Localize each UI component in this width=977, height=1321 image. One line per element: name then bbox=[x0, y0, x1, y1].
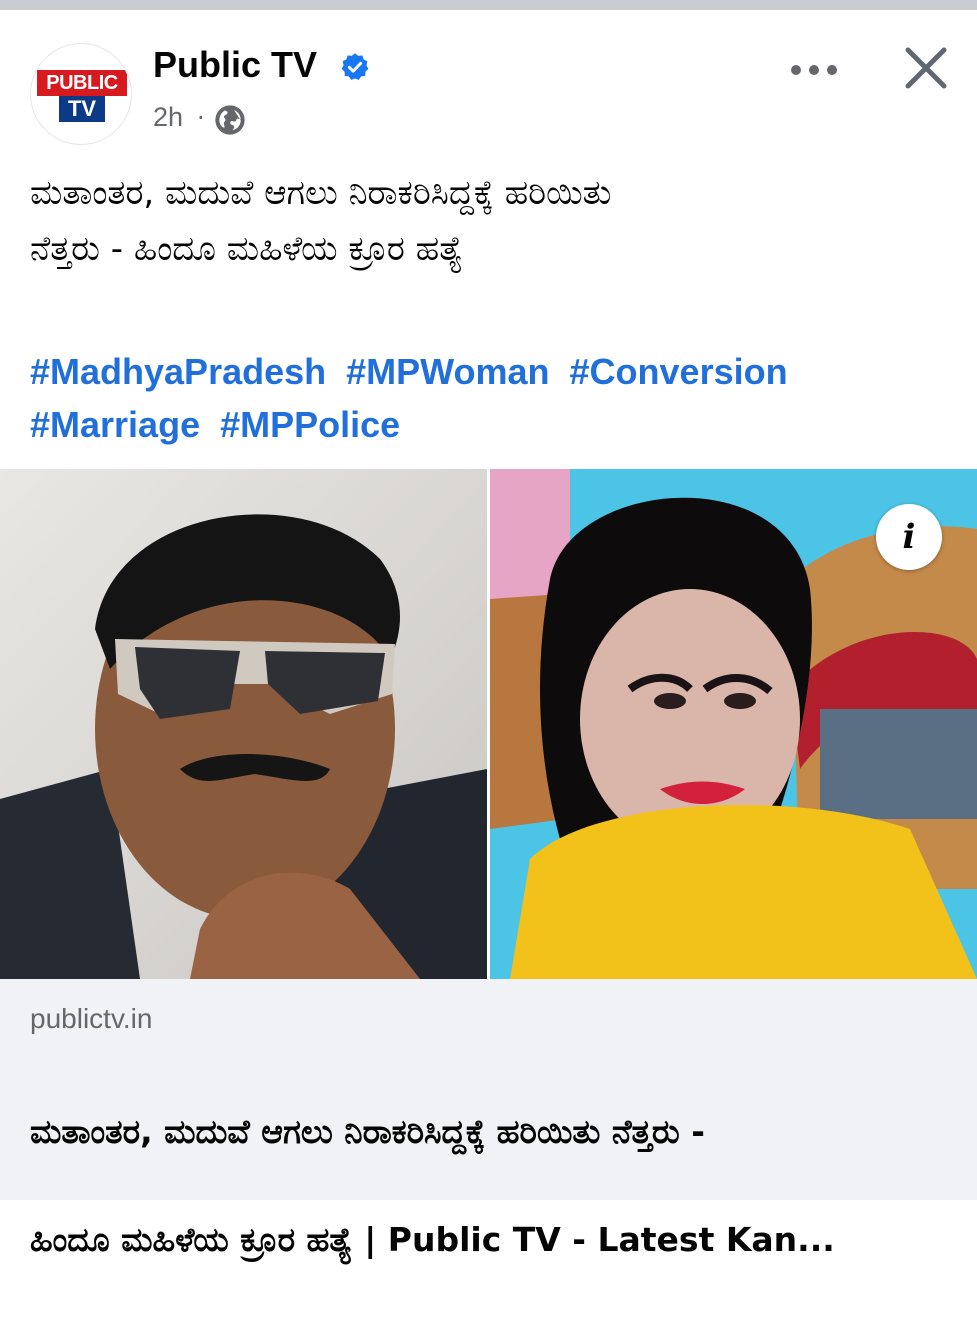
post-image-collage[interactable] bbox=[0, 469, 977, 979]
logo-text-public: PUBLIC bbox=[37, 70, 127, 96]
man-photo[interactable] bbox=[0, 469, 487, 979]
link-title-line-1: ಮತಾಂತರ, ಮದುವೆ ಆಗಲು ನಿರಾಕರಿಸಿದ್ದಕ್ಕೆ ಹರಿಯ… bbox=[30, 1112, 705, 1151]
top-divider bbox=[0, 0, 977, 10]
link-title-line-2: ಹಿಂದೂ ಮಹಿಳೆಯ ಕ್ರೂರ ಹತ್ಯೆ | Public TV - L… bbox=[30, 1220, 835, 1259]
link-domain: publictv.in bbox=[30, 1003, 153, 1034]
verified-badge-icon bbox=[341, 53, 369, 80]
hashtag-link[interactable]: #MadhyaPradesh bbox=[30, 351, 326, 392]
man-photo-illustration bbox=[0, 469, 487, 979]
link-preview-card[interactable]: publictv.in ಮತಾಂತರ, ಮದುವೆ ಆಗಲು ನಿರಾಕರಿಸಿ… bbox=[0, 979, 977, 1259]
info-button[interactable]: i bbox=[876, 504, 942, 570]
close-icon[interactable] bbox=[902, 44, 950, 92]
hashtag-link[interactable]: #Marriage bbox=[30, 404, 200, 445]
hashtag-link[interactable]: #MPPolice bbox=[220, 404, 400, 445]
more-options-icon[interactable] bbox=[788, 56, 840, 84]
hashtag-list: #MadhyaPradesh #MPWoman #Conversion #Mar… bbox=[30, 345, 950, 451]
post-header: PUBLIC TV Public TV 2h · bbox=[0, 10, 977, 150]
page-name[interactable]: Public TV bbox=[153, 44, 317, 86]
hashtag-link[interactable]: #Conversion bbox=[570, 351, 788, 392]
post-timestamp[interactable]: 2h bbox=[153, 102, 183, 133]
meta-separator: · bbox=[197, 104, 205, 132]
globe-icon bbox=[215, 105, 245, 135]
hashtag-link[interactable]: #MPWoman bbox=[346, 351, 549, 392]
post-message-line-2: ನೆತ್ತರು - ಹಿಂದೂ ಮಹಿಳೆಯ ಕ್ರೂರ ಹತ್ಯೆ bbox=[30, 229, 464, 269]
post-message: ಮತಾಂತರ, ಮದುವೆ ಆಗಲು ನಿರಾಕರಿಸಿದ್ದಕ್ಕೆ ಹರಿಯ… bbox=[30, 165, 950, 277]
link-title[interactable]: ಮತಾಂತರ, ಮದುವೆ ಆಗಲು ನಿರಾಕರಿಸಿದ್ದಕ್ಕೆ ಹರಿಯ… bbox=[30, 1051, 950, 1321]
post-message-line-1: ಮತಾಂತರ, ಮದುವೆ ಆಗಲು ನಿರಾಕರಿಸಿದ್ದಕ್ಕೆ ಹರಿಯ… bbox=[30, 173, 612, 213]
logo-text-tv: TV bbox=[59, 96, 105, 122]
public-tv-logo: PUBLIC TV bbox=[37, 66, 127, 126]
page-avatar[interactable]: PUBLIC TV bbox=[30, 43, 132, 145]
